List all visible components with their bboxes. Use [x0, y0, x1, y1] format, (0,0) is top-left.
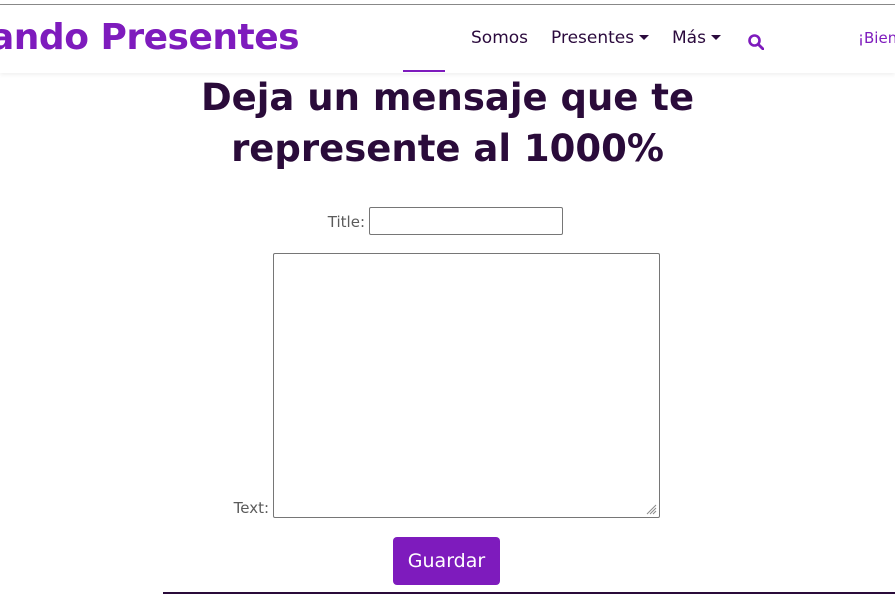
- nav-presentes-label: Presentes: [551, 28, 635, 48]
- nav-somos[interactable]: Somos: [471, 28, 528, 48]
- save-button[interactable]: Guardar: [393, 537, 500, 585]
- page-title-line-1: Deja un mensaje que te: [200, 76, 695, 119]
- resize-grip-icon[interactable]: [645, 503, 657, 515]
- page-title: Deja un mensaje que te represente al 100…: [0, 72, 895, 174]
- text-textarea[interactable]: [273, 253, 660, 518]
- caret-down-icon: [710, 35, 721, 40]
- title-label: Title:: [327, 213, 365, 231]
- caret-down-icon: [639, 35, 650, 40]
- search-icon[interactable]: [748, 34, 764, 50]
- title-input[interactable]: [369, 207, 563, 235]
- page-title-line-2: represente al 1000%: [231, 127, 664, 170]
- text-label: Text:: [233, 499, 269, 517]
- navbar: ando Presentes Somos Presentes Más ¡Bien: [0, 5, 895, 73]
- nav-mas-dropdown[interactable]: Más: [672, 28, 721, 48]
- welcome-link[interactable]: ¡Bien: [858, 29, 895, 47]
- nav-presentes-dropdown[interactable]: Presentes: [551, 28, 650, 48]
- nav-mas-label: Más: [672, 28, 706, 48]
- brand-logo[interactable]: ando Presentes: [0, 17, 300, 58]
